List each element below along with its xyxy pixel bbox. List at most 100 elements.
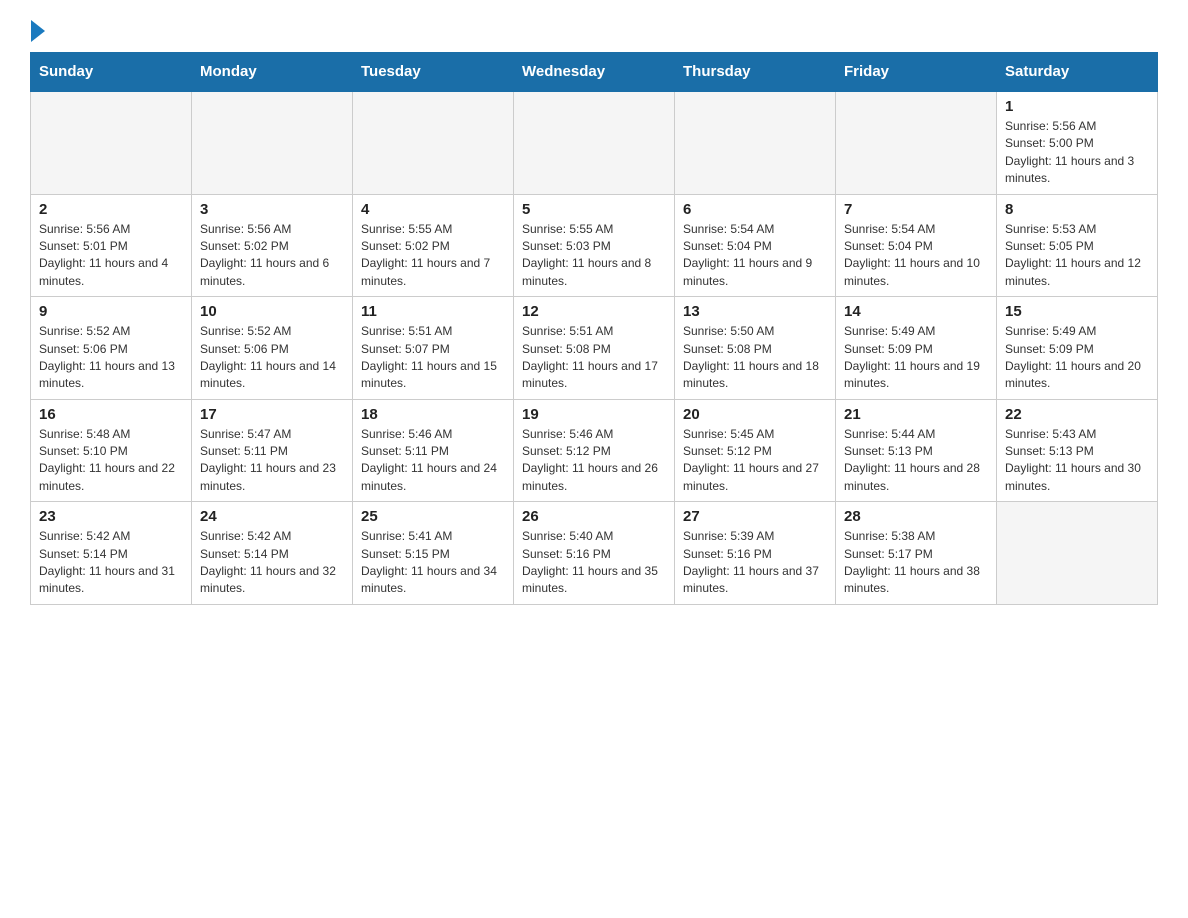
day-number: 24 xyxy=(200,508,344,525)
day-info: Sunrise: 5:55 AM Sunset: 5:03 PM Dayligh… xyxy=(522,221,666,291)
calendar-day-cell: 22 Sunrise: 5:43 AM Sunset: 5:13 PM Dayli… xyxy=(997,399,1158,502)
weekday-header-monday: Monday xyxy=(192,53,353,92)
logo xyxy=(30,20,45,42)
day-number: 15 xyxy=(1005,303,1149,320)
day-number: 28 xyxy=(844,508,988,525)
calendar-week-row: 23 Sunrise: 5:42 AM Sunset: 5:14 PM Dayli… xyxy=(31,502,1158,605)
calendar-day-cell: 17 Sunrise: 5:47 AM Sunset: 5:11 PM Dayli… xyxy=(192,399,353,502)
weekday-header-wednesday: Wednesday xyxy=(514,53,675,92)
day-number: 5 xyxy=(522,201,666,218)
day-info: Sunrise: 5:46 AM Sunset: 5:12 PM Dayligh… xyxy=(522,426,666,496)
day-info: Sunrise: 5:56 AM Sunset: 5:00 PM Dayligh… xyxy=(1005,118,1149,188)
calendar-day-cell: 24 Sunrise: 5:42 AM Sunset: 5:14 PM Dayli… xyxy=(192,502,353,605)
day-number: 11 xyxy=(361,303,505,320)
calendar-day-cell: 21 Sunrise: 5:44 AM Sunset: 5:13 PM Dayli… xyxy=(836,399,997,502)
weekday-header-friday: Friday xyxy=(836,53,997,92)
day-number: 17 xyxy=(200,406,344,423)
calendar-day-cell: 12 Sunrise: 5:51 AM Sunset: 5:08 PM Dayli… xyxy=(514,297,675,400)
day-info: Sunrise: 5:39 AM Sunset: 5:16 PM Dayligh… xyxy=(683,528,827,598)
day-info: Sunrise: 5:43 AM Sunset: 5:13 PM Dayligh… xyxy=(1005,426,1149,496)
calendar-day-cell xyxy=(997,502,1158,605)
day-number: 26 xyxy=(522,508,666,525)
day-info: Sunrise: 5:48 AM Sunset: 5:10 PM Dayligh… xyxy=(39,426,183,496)
day-number: 3 xyxy=(200,201,344,218)
calendar-day-cell: 20 Sunrise: 5:45 AM Sunset: 5:12 PM Dayli… xyxy=(675,399,836,502)
day-info: Sunrise: 5:50 AM Sunset: 5:08 PM Dayligh… xyxy=(683,323,827,393)
weekday-header-tuesday: Tuesday xyxy=(353,53,514,92)
day-number: 1 xyxy=(1005,98,1149,115)
day-number: 12 xyxy=(522,303,666,320)
day-number: 9 xyxy=(39,303,183,320)
weekday-header-saturday: Saturday xyxy=(997,53,1158,92)
day-info: Sunrise: 5:41 AM Sunset: 5:15 PM Dayligh… xyxy=(361,528,505,598)
day-info: Sunrise: 5:54 AM Sunset: 5:04 PM Dayligh… xyxy=(844,221,988,291)
calendar-day-cell: 28 Sunrise: 5:38 AM Sunset: 5:17 PM Dayli… xyxy=(836,502,997,605)
logo-triangle-icon xyxy=(31,20,45,42)
calendar-day-cell: 14 Sunrise: 5:49 AM Sunset: 5:09 PM Dayli… xyxy=(836,297,997,400)
weekday-header-sunday: Sunday xyxy=(31,53,192,92)
day-info: Sunrise: 5:46 AM Sunset: 5:11 PM Dayligh… xyxy=(361,426,505,496)
day-number: 2 xyxy=(39,201,183,218)
calendar-day-cell xyxy=(353,91,514,194)
calendar-day-cell: 23 Sunrise: 5:42 AM Sunset: 5:14 PM Dayli… xyxy=(31,502,192,605)
day-info: Sunrise: 5:51 AM Sunset: 5:08 PM Dayligh… xyxy=(522,323,666,393)
calendar-day-cell: 27 Sunrise: 5:39 AM Sunset: 5:16 PM Dayli… xyxy=(675,502,836,605)
day-info: Sunrise: 5:42 AM Sunset: 5:14 PM Dayligh… xyxy=(39,528,183,598)
day-number: 10 xyxy=(200,303,344,320)
calendar-day-cell: 8 Sunrise: 5:53 AM Sunset: 5:05 PM Daylig… xyxy=(997,194,1158,297)
calendar-day-cell: 25 Sunrise: 5:41 AM Sunset: 5:15 PM Dayli… xyxy=(353,502,514,605)
day-info: Sunrise: 5:44 AM Sunset: 5:13 PM Dayligh… xyxy=(844,426,988,496)
day-info: Sunrise: 5:51 AM Sunset: 5:07 PM Dayligh… xyxy=(361,323,505,393)
calendar-day-cell: 5 Sunrise: 5:55 AM Sunset: 5:03 PM Daylig… xyxy=(514,194,675,297)
day-number: 21 xyxy=(844,406,988,423)
calendar-day-cell: 1 Sunrise: 5:56 AM Sunset: 5:00 PM Daylig… xyxy=(997,91,1158,194)
day-info: Sunrise: 5:47 AM Sunset: 5:11 PM Dayligh… xyxy=(200,426,344,496)
calendar-day-cell xyxy=(514,91,675,194)
day-info: Sunrise: 5:53 AM Sunset: 5:05 PM Dayligh… xyxy=(1005,221,1149,291)
day-info: Sunrise: 5:40 AM Sunset: 5:16 PM Dayligh… xyxy=(522,528,666,598)
day-number: 18 xyxy=(361,406,505,423)
day-number: 14 xyxy=(844,303,988,320)
calendar-day-cell xyxy=(836,91,997,194)
calendar-day-cell: 3 Sunrise: 5:56 AM Sunset: 5:02 PM Daylig… xyxy=(192,194,353,297)
day-info: Sunrise: 5:52 AM Sunset: 5:06 PM Dayligh… xyxy=(200,323,344,393)
page-header xyxy=(30,20,1158,42)
calendar-day-cell: 13Sunrise: 5:50 AM Sunset: 5:08 PM Dayli… xyxy=(675,297,836,400)
calendar-day-cell xyxy=(31,91,192,194)
day-info: Sunrise: 5:54 AM Sunset: 5:04 PM Dayligh… xyxy=(683,221,827,291)
calendar-day-cell: 7 Sunrise: 5:54 AM Sunset: 5:04 PM Daylig… xyxy=(836,194,997,297)
calendar-day-cell: 4Sunrise: 5:55 AM Sunset: 5:02 PM Daylig… xyxy=(353,194,514,297)
day-number: 4 xyxy=(361,201,505,218)
calendar-day-cell xyxy=(192,91,353,194)
day-info: Sunrise: 5:38 AM Sunset: 5:17 PM Dayligh… xyxy=(844,528,988,598)
day-number: 19 xyxy=(522,406,666,423)
day-number: 8 xyxy=(1005,201,1149,218)
day-number: 16 xyxy=(39,406,183,423)
day-info: Sunrise: 5:56 AM Sunset: 5:02 PM Dayligh… xyxy=(200,221,344,291)
calendar-day-cell: 26 Sunrise: 5:40 AM Sunset: 5:16 PM Dayli… xyxy=(514,502,675,605)
day-number: 23 xyxy=(39,508,183,525)
calendar-day-cell: 10 Sunrise: 5:52 AM Sunset: 5:06 PM Dayli… xyxy=(192,297,353,400)
day-number: 20 xyxy=(683,406,827,423)
day-number: 27 xyxy=(683,508,827,525)
day-number: 7 xyxy=(844,201,988,218)
day-number: 25 xyxy=(361,508,505,525)
day-info: Sunrise: 5:49 AM Sunset: 5:09 PM Dayligh… xyxy=(1005,323,1149,393)
day-info: Sunrise: 5:45 AM Sunset: 5:12 PM Dayligh… xyxy=(683,426,827,496)
day-number: 22 xyxy=(1005,406,1149,423)
calendar-day-cell: 18 Sunrise: 5:46 AM Sunset: 5:11 PM Dayli… xyxy=(353,399,514,502)
day-info: Sunrise: 5:42 AM Sunset: 5:14 PM Dayligh… xyxy=(200,528,344,598)
calendar-day-cell: 16 Sunrise: 5:48 AM Sunset: 5:10 PM Dayli… xyxy=(31,399,192,502)
weekday-header-thursday: Thursday xyxy=(675,53,836,92)
calendar-day-cell xyxy=(675,91,836,194)
calendar-week-row: 1 Sunrise: 5:56 AM Sunset: 5:00 PM Daylig… xyxy=(31,91,1158,194)
calendar-day-cell: 11 Sunrise: 5:51 AM Sunset: 5:07 PM Dayli… xyxy=(353,297,514,400)
calendar-day-cell: 15 Sunrise: 5:49 AM Sunset: 5:09 PM Dayli… xyxy=(997,297,1158,400)
calendar-week-row: 16 Sunrise: 5:48 AM Sunset: 5:10 PM Dayli… xyxy=(31,399,1158,502)
calendar-day-cell: 6Sunrise: 5:54 AM Sunset: 5:04 PM Daylig… xyxy=(675,194,836,297)
day-info: Sunrise: 5:49 AM Sunset: 5:09 PM Dayligh… xyxy=(844,323,988,393)
calendar-week-row: 9 Sunrise: 5:52 AM Sunset: 5:06 PM Daylig… xyxy=(31,297,1158,400)
calendar-day-cell: 19 Sunrise: 5:46 AM Sunset: 5:12 PM Dayli… xyxy=(514,399,675,502)
weekday-header-row: SundayMondayTuesdayWednesdayThursdayFrid… xyxy=(31,53,1158,92)
calendar-week-row: 2Sunrise: 5:56 AM Sunset: 5:01 PM Daylig… xyxy=(31,194,1158,297)
